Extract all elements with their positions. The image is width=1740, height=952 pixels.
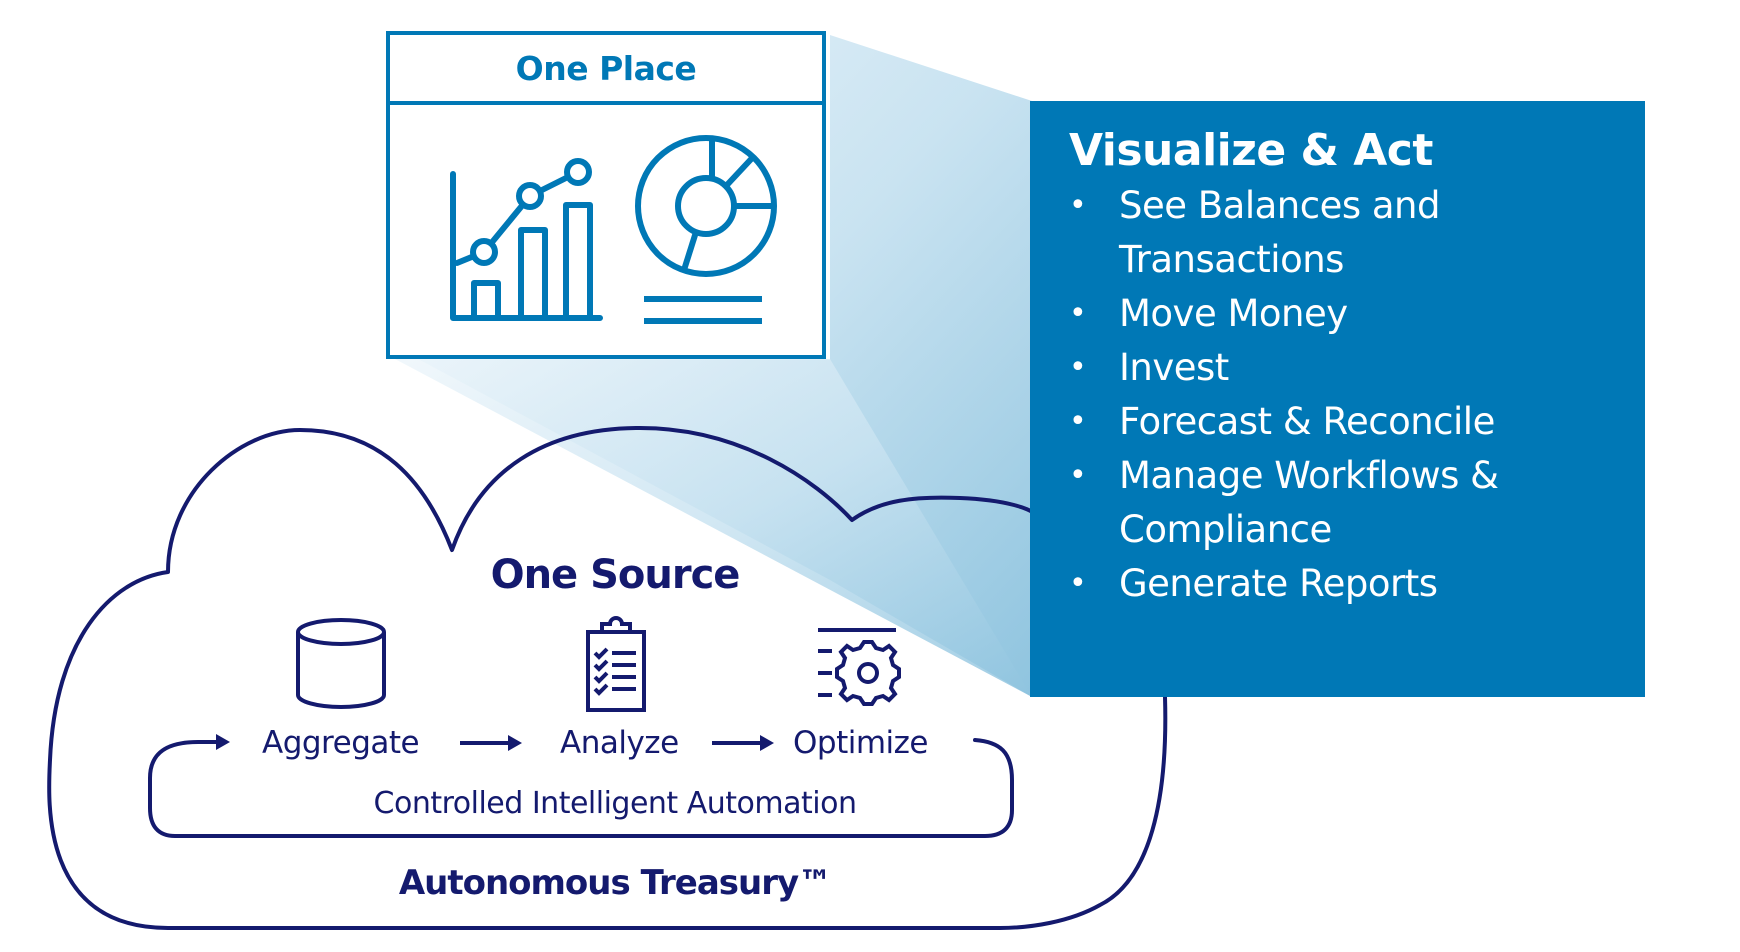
brand-label: Autonomous Treasury™ [398, 863, 832, 903]
gear-settings-icon [818, 628, 901, 706]
visualize-act-heading: Visualize & Act [1069, 125, 1433, 176]
step-label-analyze: Analyze [560, 725, 679, 761]
capability-item: Move Money [1069, 287, 1645, 341]
clipboard-checklist-icon [586, 616, 646, 712]
capability-item: Manage Workflows & Compliance [1069, 449, 1645, 557]
one-place-title: One Place [515, 48, 697, 88]
step-label-aggregate: Aggregate [262, 725, 420, 761]
loop-arrowhead [216, 734, 230, 750]
automation-loop-label: Controlled Intelligent Automation [373, 786, 857, 821]
one-place-window: One Place [386, 31, 826, 359]
capability-item: Forecast & Reconcile [1069, 395, 1645, 449]
one-place-title-bar: One Place [390, 35, 822, 105]
capability-item: Invest [1069, 341, 1645, 395]
visualize-act-panel: Visualize & Act See Balances and Transac… [1030, 101, 1645, 697]
arrow-analyze-to-optimize [712, 735, 774, 751]
database-icon [296, 618, 386, 709]
capability-list: See Balances and Transactions Move Money… [1069, 179, 1645, 611]
step-label-optimize: Optimize [793, 725, 929, 761]
capability-item: See Balances and Transactions [1069, 179, 1645, 287]
arrow-aggregate-to-analyze [460, 735, 522, 751]
one-source-title: One Source [490, 552, 741, 598]
